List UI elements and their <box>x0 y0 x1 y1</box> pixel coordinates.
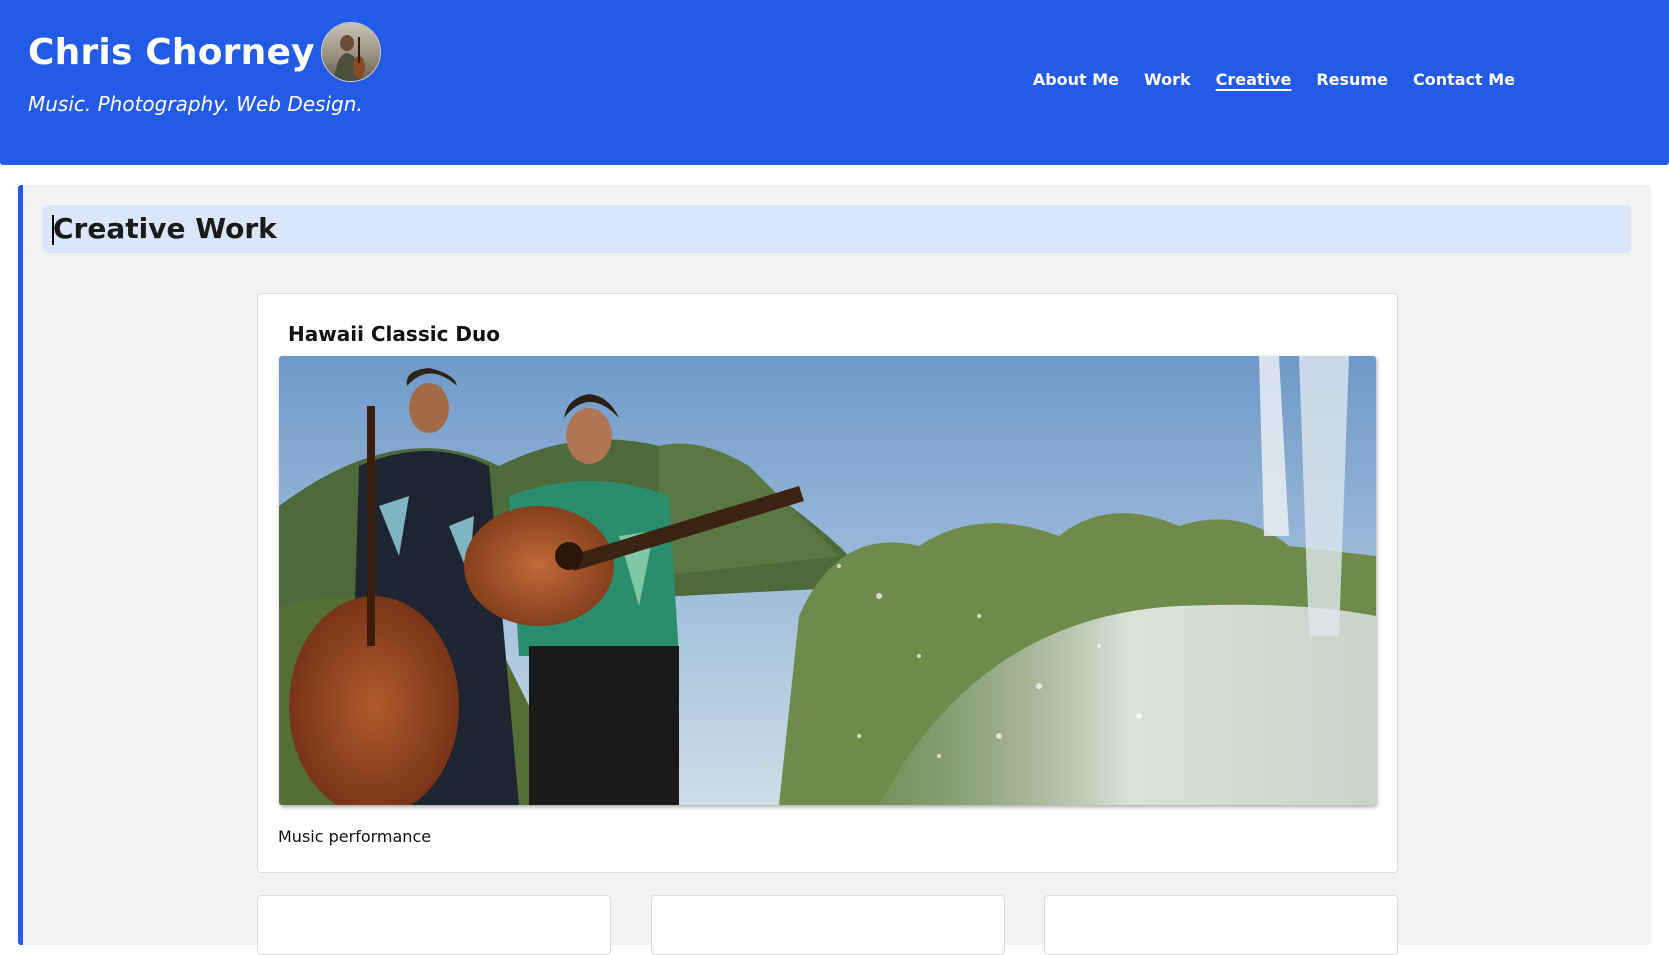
main-nav: About Me Work Creative Resume Contact Me <box>1033 68 1515 92</box>
site-header: Chris Chorney Music. Photography. Web De… <box>0 0 1669 165</box>
card-caption: Music performance <box>278 827 432 846</box>
nav-contact-me[interactable]: Contact Me <box>1413 68 1515 92</box>
main-content: Creative Work Hawaii Classic Duo Music p… <box>18 185 1651 955</box>
nav-creative[interactable]: Creative <box>1216 68 1292 92</box>
page-title-bar: Creative Work <box>43 205 1631 253</box>
tagline: Music. Photography. Web Design. <box>28 92 363 116</box>
avatar <box>320 22 381 82</box>
card-title: Hawaii Classic Duo <box>288 322 500 346</box>
card-image[interactable] <box>279 356 1376 805</box>
nav-work[interactable]: Work <box>1144 68 1191 92</box>
brand: Chris Chorney <box>28 22 381 82</box>
site-title[interactable]: Chris Chorney <box>28 28 315 78</box>
page-title: Creative Work <box>53 212 277 245</box>
project-card-3[interactable] <box>651 895 1005 955</box>
nav-about-me[interactable]: About Me <box>1033 68 1119 92</box>
project-card[interactable]: Hawaii Classic Duo Music performance <box>257 293 1398 873</box>
project-card-2[interactable] <box>257 895 611 955</box>
project-card-4[interactable] <box>1044 895 1398 955</box>
nav-resume[interactable]: Resume <box>1316 68 1388 92</box>
